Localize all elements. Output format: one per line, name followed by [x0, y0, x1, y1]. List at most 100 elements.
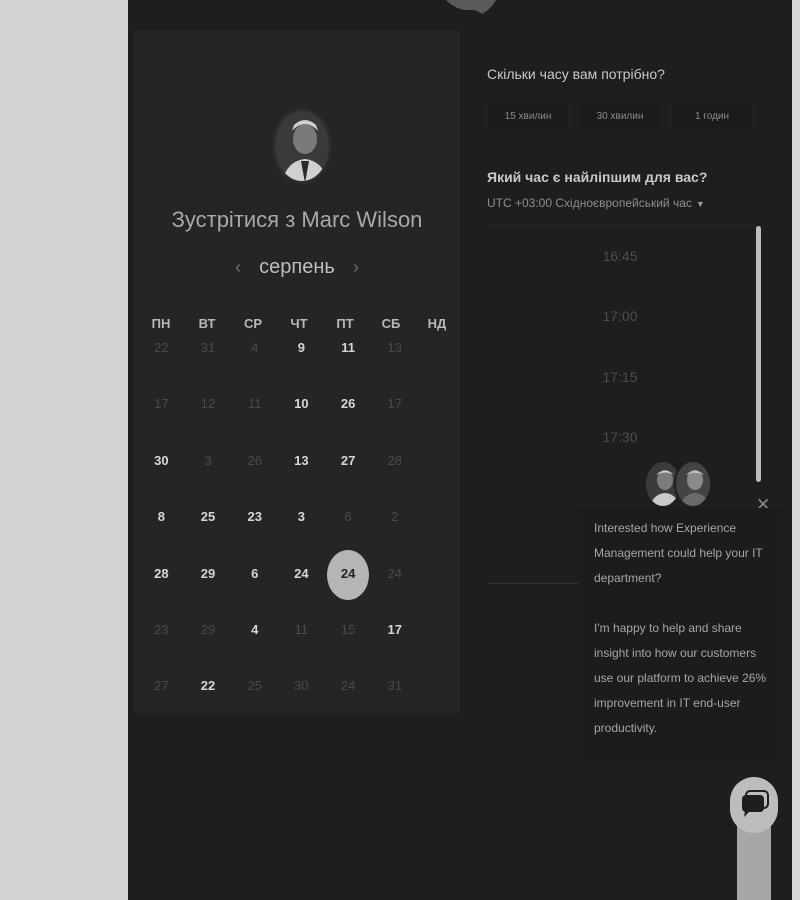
- calendar-day[interactable]: 13: [278, 452, 325, 510]
- day-number: 22: [200, 678, 216, 694]
- day-number: 12: [200, 396, 216, 412]
- day-number: 13: [294, 452, 309, 468]
- day-number: 2: [391, 509, 399, 525]
- calendar-day-unavailable: 31: [371, 679, 418, 735]
- chat-bubble-icon: [742, 790, 769, 817]
- day-number: 17: [154, 396, 169, 412]
- day-number: 28: [154, 565, 169, 581]
- calendar-day-unavailable: 28: [371, 452, 418, 510]
- day-number: 8: [157, 509, 165, 525]
- calendar-day-unavailable: 25: [231, 679, 278, 735]
- day-number: 24: [294, 565, 309, 581]
- duration-option[interactable]: 15 хвилин: [487, 102, 569, 130]
- day-number: 31: [200, 340, 216, 355]
- day-number: 30: [154, 452, 169, 468]
- day-grid: 22 31 4 9 11 13 17 12 11 10 26 17 30 3 26 13 27 28 8 25 23 3 6…: [134, 341, 460, 736]
- weekday-label: СБ: [381, 316, 401, 331]
- day-number: 27: [154, 678, 169, 694]
- divider: [487, 583, 579, 584]
- time-slot[interactable]: 17:15: [487, 369, 753, 385]
- calendar-day[interactable]: 10: [278, 397, 325, 453]
- chat-launcher-button[interactable]: [730, 777, 778, 833]
- calendar-day[interactable]: 27: [325, 452, 372, 510]
- calendar-day-unavailable: 23: [138, 622, 185, 679]
- chevron-right-icon[interactable]: ›: [349, 257, 363, 278]
- weekday-label: ЧТ: [290, 316, 308, 331]
- day-number: 6: [251, 565, 259, 581]
- calendar-day-selected[interactable]: 24: [325, 549, 372, 623]
- day-number: 3: [204, 452, 212, 468]
- day-number: 29: [200, 565, 216, 581]
- calendar-day[interactable]: 3: [278, 510, 325, 566]
- day-number: 29: [200, 621, 216, 637]
- day-number: 6: [344, 509, 352, 525]
- calendar-day[interactable]: 6: [231, 565, 278, 623]
- calendar-day[interactable]: 17: [371, 621, 418, 679]
- calendar-day[interactable]: 30: [138, 452, 185, 510]
- calendar-day-unavailable: 17: [138, 397, 185, 453]
- duration-option[interactable]: 30 хвилин: [579, 102, 661, 130]
- duration-options: 15 хвилин 30 хвилин 1 годин: [487, 102, 753, 130]
- chat-message: Interested how Experience Management cou…: [580, 508, 780, 760]
- calendar-day-unavailable: 15: [325, 622, 372, 679]
- chevron-left-icon[interactable]: ‹: [231, 257, 245, 278]
- day-number: 23: [247, 509, 262, 525]
- logo-icon: [446, 0, 496, 14]
- calendar-day-unavailable: 24: [325, 679, 372, 735]
- day-number: 24: [340, 678, 356, 694]
- calendar-day-unavailable: 22: [138, 341, 185, 397]
- day-number: 31: [387, 678, 403, 694]
- day-number: 24: [387, 565, 403, 581]
- calendar-day[interactable]: 22: [185, 679, 232, 735]
- day-number: 17: [387, 621, 403, 637]
- day-number: 26: [340, 396, 356, 412]
- calendar-day-unavailable: 27: [138, 679, 185, 735]
- host-avatar: [272, 108, 332, 184]
- timezone-select[interactable]: UTC +03:00 Східноєвропейський час ▼: [487, 196, 705, 210]
- calendar-day[interactable]: 26: [325, 397, 372, 453]
- day-number: 24: [340, 565, 356, 581]
- calendar-day-unavailable: 24: [371, 565, 418, 623]
- calendar-day[interactable]: 29: [185, 565, 232, 623]
- day-number: 10: [294, 396, 309, 412]
- day-number: 28: [387, 452, 403, 468]
- day-number: 27: [340, 452, 356, 468]
- chat-agent-avatars: [644, 460, 714, 508]
- calendar-day[interactable]: 25: [185, 510, 232, 566]
- day-number: 4: [251, 621, 259, 637]
- day-number: 25: [247, 678, 262, 694]
- calendar-day[interactable]: 9: [278, 341, 325, 397]
- calendar-day-unavailable: 30: [278, 679, 325, 735]
- calendar-day[interactable]: 8: [138, 510, 185, 566]
- day-number: 4: [251, 340, 259, 355]
- day-number: 22: [154, 340, 169, 355]
- calendar-day[interactable]: 4: [231, 621, 278, 679]
- calendar-day[interactable]: 28: [138, 565, 185, 623]
- weekday-label: НД: [427, 316, 447, 331]
- calendar-day-unavailable: 13: [371, 341, 418, 397]
- calendar-day-unavailable: 17: [371, 397, 418, 453]
- day-number: 17: [387, 396, 403, 412]
- weekday-label: ПТ: [336, 316, 354, 331]
- calendar-day[interactable]: 23: [231, 510, 278, 566]
- calendar-card: Зустрітися з Marc Wilson ‹ серпень › ПН В…: [134, 30, 460, 713]
- weekday-label: ПН: [151, 316, 171, 331]
- scheduler-app: Зустрітися з Marc Wilson ‹ серпень › ПН В…: [128, 0, 792, 900]
- month-label: серпень: [259, 256, 335, 278]
- duration-question: Скільки часу вам потрібно?: [487, 66, 665, 82]
- calendar-day-unavailable: 2: [371, 510, 418, 566]
- chat-avatar: [674, 460, 712, 508]
- month-navigator: ‹ серпень ›: [134, 256, 460, 279]
- time-slot[interactable]: 16:45: [487, 248, 753, 264]
- calendar-day[interactable]: 11: [325, 341, 372, 397]
- calendar-day-unavailable: 12: [185, 397, 232, 453]
- time-slot-scrollbar[interactable]: [756, 226, 761, 482]
- time-slot[interactable]: 17:00: [487, 308, 753, 324]
- duration-option[interactable]: 1 годин: [671, 102, 753, 130]
- time-slot[interactable]: 17:30: [487, 429, 753, 445]
- calendar-day[interactable]: 24: [278, 565, 325, 623]
- weekday-label: СР: [243, 316, 263, 331]
- day-number: 11: [247, 396, 262, 412]
- weekday-header: ПН ВТ СР ЧТ ПТ СБ НД: [134, 317, 460, 331]
- window-edge: [792, 0, 800, 900]
